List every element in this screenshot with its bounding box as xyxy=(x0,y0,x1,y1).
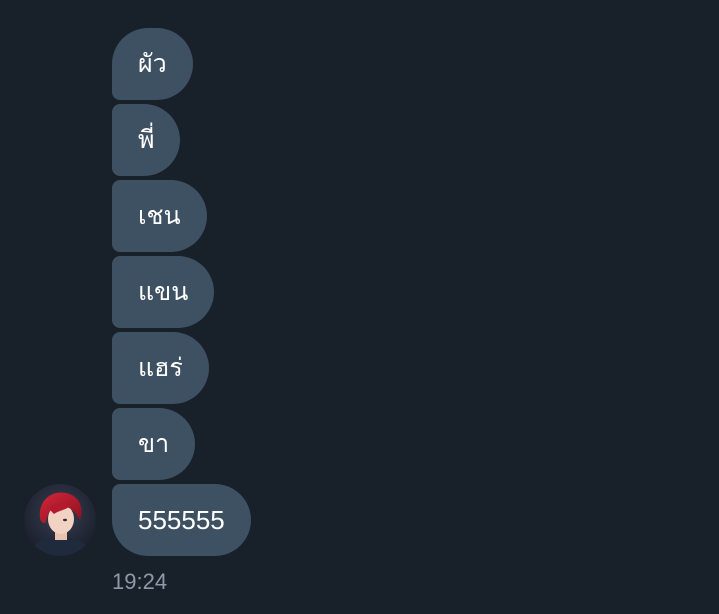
message-bubble[interactable]: พี่ xyxy=(112,104,181,176)
sender-avatar[interactable] xyxy=(24,484,96,556)
message-text: 555555 xyxy=(138,505,225,535)
message-bubble[interactable]: 555555 xyxy=(112,484,251,556)
message-bubble[interactable]: เชน xyxy=(112,180,207,252)
message-bubble[interactable]: ขา xyxy=(112,408,196,480)
message-text: แขน xyxy=(138,277,189,306)
message-group: ผัว พี่ เชน แขน แฮร่ ขา 555555 xyxy=(112,28,251,556)
user-avatar-icon xyxy=(24,484,96,556)
message-text: แฮร่ xyxy=(138,353,183,382)
message-bubble[interactable]: แฮร่ xyxy=(112,332,209,404)
message-text: ผัว xyxy=(138,49,167,78)
message-text: พี่ xyxy=(138,125,155,154)
message-text: เชน xyxy=(138,201,181,230)
chat-thread: ผัว พี่ เชน แขน แฮร่ ขา 555555 19:24 xyxy=(0,0,719,614)
message-bubble[interactable]: ผัว xyxy=(112,28,193,100)
message-text: ขา xyxy=(138,429,170,458)
message-timestamp: 19:24 xyxy=(112,569,168,594)
message-bubble[interactable]: แขน xyxy=(112,256,215,328)
